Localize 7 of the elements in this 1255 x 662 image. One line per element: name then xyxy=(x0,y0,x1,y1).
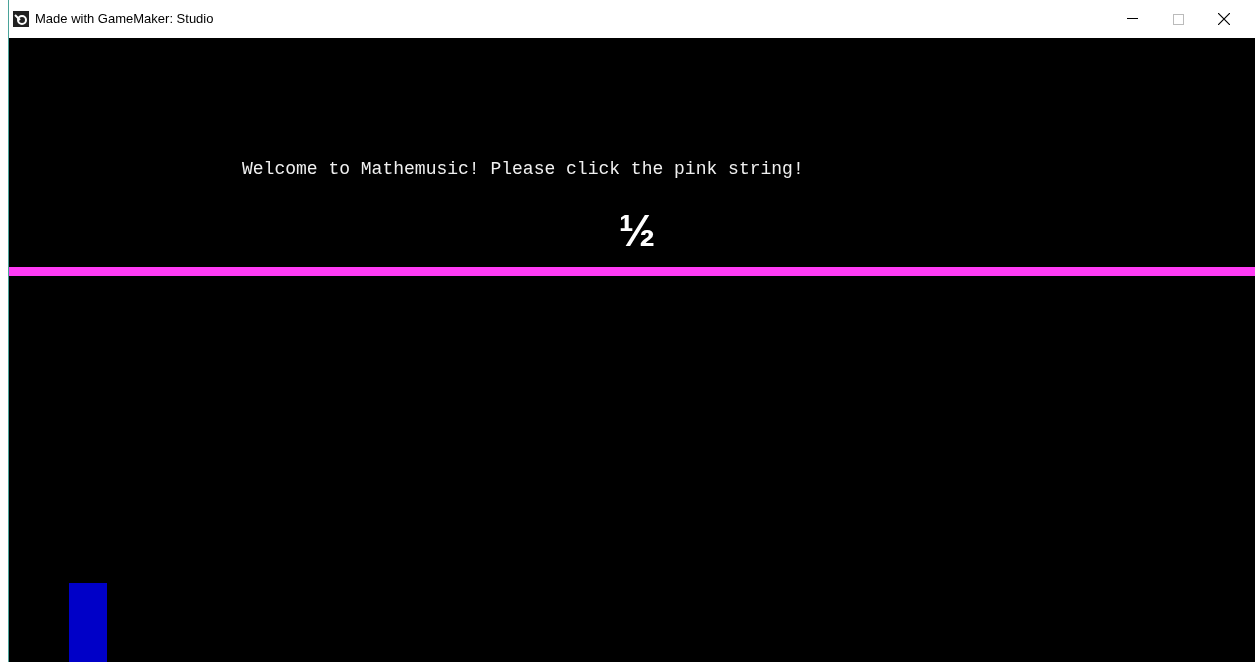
minimize-icon xyxy=(1126,18,1138,20)
maximize-icon xyxy=(1172,13,1184,25)
app-icon xyxy=(13,11,29,27)
close-icon xyxy=(1218,13,1230,25)
welcome-message: Welcome to Mathemusic! Please click the pink string! xyxy=(242,159,804,179)
fraction-label: ½ xyxy=(618,209,656,253)
window-title: Made with GameMaker: Studio xyxy=(35,10,214,29)
